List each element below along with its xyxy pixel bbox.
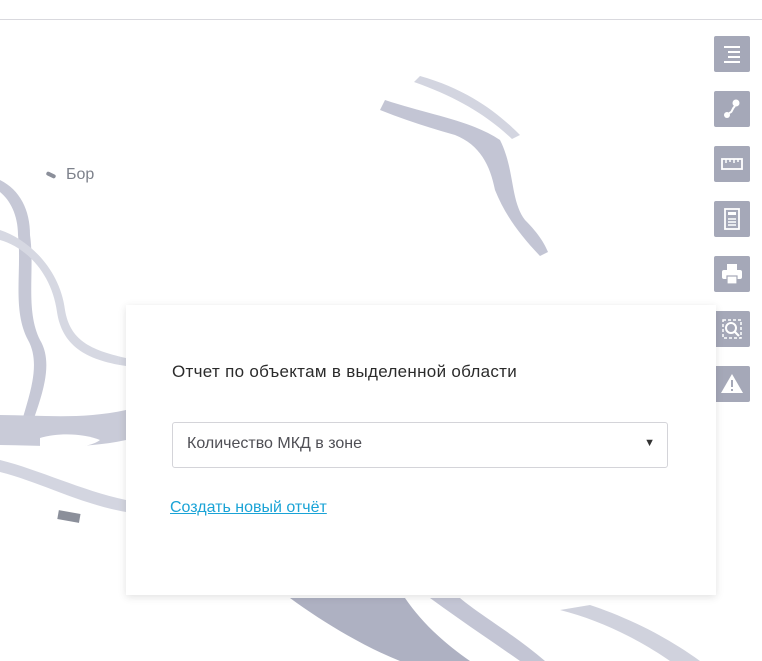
chevron-down-icon: ▼	[644, 437, 655, 449]
create-new-report-link[interactable]: Создать новый отчёт	[170, 499, 327, 517]
map-river-left	[0, 180, 47, 430]
map-river-left-4	[0, 460, 126, 512]
area-select-button[interactable]	[714, 311, 750, 347]
layers-list-icon	[724, 46, 740, 63]
report-button[interactable]	[714, 201, 750, 237]
map-river-bottom-3	[560, 605, 700, 661]
area-select-icon	[722, 319, 742, 339]
report-panel-title: Отчет по объектам в выделенной области	[172, 362, 518, 381]
report-panel: Отчет по объектам в выделенной области К…	[126, 305, 716, 595]
map-place-label: Бор	[66, 166, 95, 183]
printer-icon	[722, 264, 742, 285]
route-button[interactable]	[714, 91, 750, 127]
toolbar-side-panel	[716, 412, 762, 602]
ruler-button[interactable]	[714, 146, 750, 182]
route-icon	[724, 99, 740, 118]
layers-list-button[interactable]	[714, 36, 750, 72]
warning-icon	[721, 374, 743, 393]
map-river-top	[380, 100, 548, 256]
report-type-select[interactable]: Количество МКД в зоне ▼	[172, 422, 668, 468]
map-river-bottom	[290, 598, 470, 661]
ruler-icon	[721, 158, 743, 170]
report-type-select-value: Количество МКД в зоне	[187, 435, 363, 452]
warning-button[interactable]	[714, 366, 750, 402]
map-toolbar	[714, 36, 750, 421]
print-button[interactable]	[714, 256, 750, 292]
map-building	[57, 510, 81, 523]
report-icon	[724, 208, 740, 230]
